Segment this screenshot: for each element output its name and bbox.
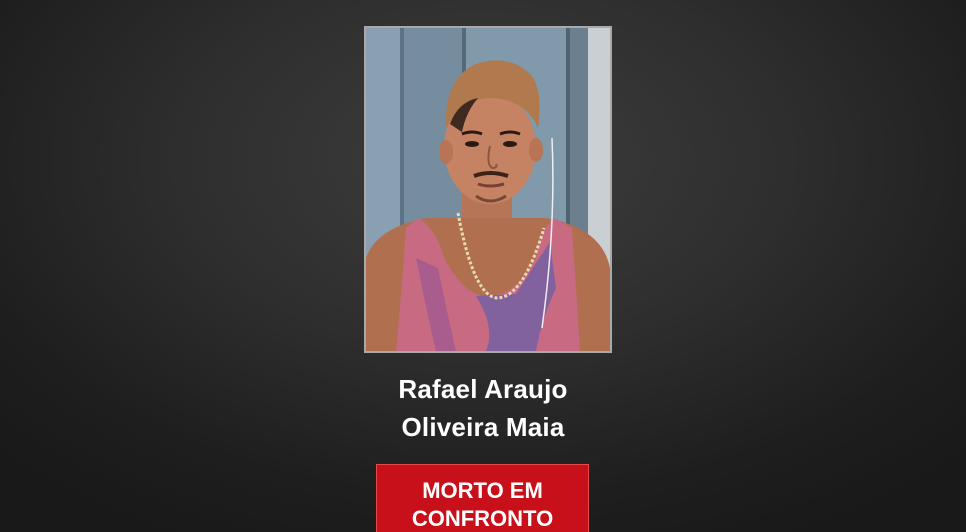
status-line2: CONFRONTO: [411, 506, 554, 531]
status-line1: MORTO EM: [422, 478, 543, 503]
portrait-photo: [364, 26, 612, 353]
status-badge: MORTO EM CONFRONTO: [376, 464, 589, 532]
profile-card: Rafael Araujo Oliveira Maia MORTO EM CON…: [0, 0, 966, 532]
person-name-line1: Rafael Araujo: [398, 374, 568, 404]
person-name-line2: Oliveira Maia: [401, 412, 565, 442]
portrait-image: [366, 28, 610, 351]
